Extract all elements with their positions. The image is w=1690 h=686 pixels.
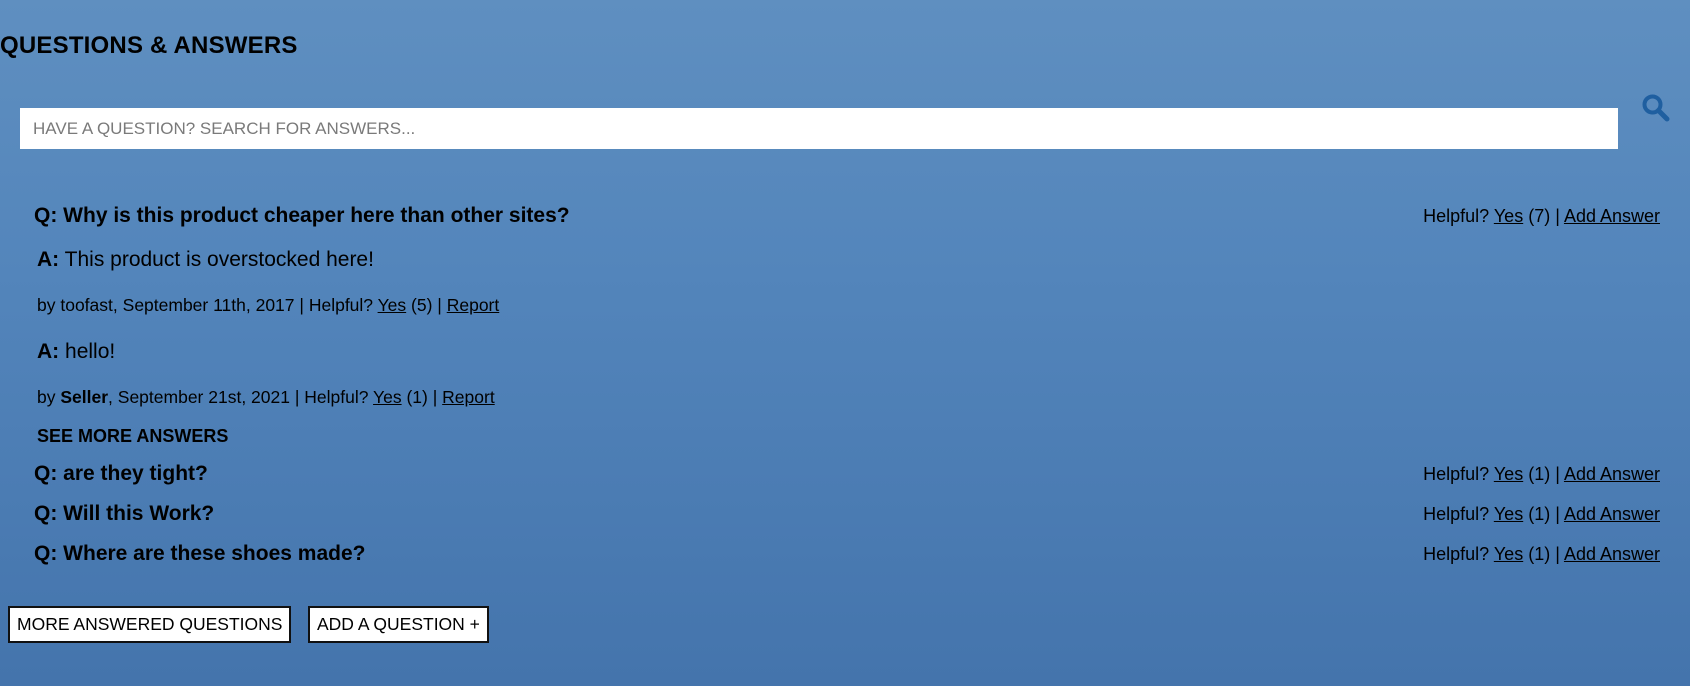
answer-meta: by Seller, September 21st, 2021 | Helpfu…: [37, 387, 495, 407]
answer-meta: by toofast, September 11th, 2017 | Helpf…: [37, 295, 500, 315]
search-input[interactable]: [20, 108, 1618, 149]
add-answer-link[interactable]: Add Answer: [1564, 544, 1660, 564]
question-text: Q: Why is this product cheaper here than…: [34, 204, 570, 227]
answer-user: Seller: [60, 387, 109, 407]
search-icon: [1642, 94, 1670, 122]
helpful-count: (7): [1528, 205, 1551, 226]
page-title: QUESTIONS & ANSWERS: [0, 32, 298, 59]
add-answer-link[interactable]: Add Answer: [1564, 206, 1660, 226]
helpful-yes-link[interactable]: Yes: [1494, 544, 1523, 564]
helpful-count: (1): [1528, 503, 1551, 524]
question-row: Q: are they tight? Helpful? Yes (1) | Ad…: [34, 460, 1660, 488]
question-row: Q: Where are these shoes made? Helpful? …: [34, 540, 1660, 568]
report-link[interactable]: Report: [447, 295, 500, 315]
question-text: Q: Where are these shoes made?: [34, 542, 366, 565]
question-helpful: Helpful? Yes (1) | Add Answer: [1423, 503, 1660, 524]
helpful-yes-link[interactable]: Yes: [378, 295, 407, 315]
helpful-count: (1): [1528, 463, 1551, 484]
answer-body: A: This product is overstocked here!: [37, 248, 374, 271]
helpful-yes-link[interactable]: Yes: [1494, 206, 1523, 226]
answer-date: September 11th, 2017: [122, 295, 295, 315]
question-row: Q: Why is this product cheaper here than…: [34, 202, 1660, 230]
helpful-count: (1): [406, 387, 428, 407]
helpful-yes-link[interactable]: Yes: [1494, 504, 1523, 524]
search-button[interactable]: [1641, 93, 1671, 123]
question-text: Q: are they tight?: [34, 462, 208, 485]
question-helpful: Helpful? Yes (7) | Add Answer: [1423, 205, 1660, 226]
answer-user: toofast: [60, 295, 113, 315]
see-more-answers-button[interactable]: SEE MORE ANSWERS: [37, 426, 228, 447]
search-bar: [20, 108, 1618, 149]
more-answered-questions-button[interactable]: MORE ANSWERED QUESTIONS: [8, 606, 292, 643]
question-text: Q: Will this Work?: [34, 502, 215, 525]
add-question-button[interactable]: ADD A QUESTION +: [308, 606, 489, 643]
helpful-yes-link[interactable]: Yes: [1494, 464, 1523, 484]
qa-section: QUESTIONS & ANSWERS Q: Why is this produ…: [0, 0, 1690, 686]
helpful-count: (1): [1528, 543, 1551, 564]
helpful-yes-link[interactable]: Yes: [373, 387, 402, 407]
helpful-count: (5): [411, 295, 433, 315]
question-row: Q: Will this Work? Helpful? Yes (1) | Ad…: [34, 500, 1660, 528]
report-link[interactable]: Report: [442, 387, 495, 407]
answer-body: A: hello!: [37, 340, 116, 363]
question-helpful: Helpful? Yes (1) | Add Answer: [1423, 543, 1660, 564]
add-answer-link[interactable]: Add Answer: [1564, 464, 1660, 484]
add-answer-link[interactable]: Add Answer: [1564, 504, 1660, 524]
answer-date: September 21st, 2021: [117, 387, 290, 407]
question-helpful: Helpful? Yes (1) | Add Answer: [1423, 463, 1660, 484]
